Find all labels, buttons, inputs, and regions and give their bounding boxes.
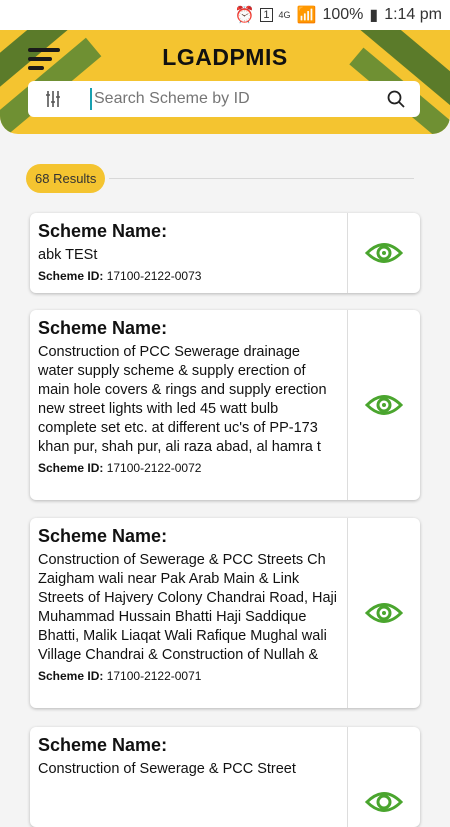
battery-icon: ▮: [369, 7, 379, 24]
eye-icon: [365, 395, 403, 415]
filter-icon[interactable]: [28, 89, 78, 109]
scheme-name-heading: Scheme Name:: [38, 221, 168, 241]
scheme-name: Construction of Sewerage & PCC Streets C…: [38, 552, 337, 663]
app-title: LGADPMIS: [162, 44, 288, 70]
signal-icon: 📶: [296, 7, 317, 24]
scheme-name-heading: Scheme Name:: [38, 735, 168, 755]
scheme-name-heading: Scheme Name:: [38, 318, 168, 338]
network-type-icon: 4G: [278, 10, 291, 20]
scheme-card[interactable]: Scheme Name: abk TESt Scheme ID: 17100-2…: [30, 213, 420, 293]
results-summary: 68 Results: [26, 162, 414, 194]
search-bar: [28, 81, 420, 117]
scheme-id: Scheme ID: 17100-2122-0072: [38, 461, 202, 475]
scheme-id: Scheme ID: 17100-2122-0071: [38, 669, 202, 683]
status-bar: ⏰ 1 4G 📶 100% ▮ 1:14 pm: [0, 0, 450, 30]
scheme-name: Construction of Sewerage & PCC Street: [38, 761, 296, 777]
alarm-icon: ⏰: [234, 7, 255, 24]
search-icon[interactable]: [372, 90, 420, 108]
scheme-card[interactable]: Scheme Name: Construction of Sewerage & …: [30, 727, 420, 827]
scheme-id: Scheme ID: 17100-2122-0073: [38, 269, 202, 283]
scheme-name: Construction of PCC Sewerage drainage wa…: [38, 344, 327, 455]
view-scheme-button[interactable]: [348, 518, 420, 708]
app-header: LGADPMIS: [0, 30, 450, 134]
results-count-badge: 68 Results: [26, 163, 106, 193]
eye-icon: [365, 603, 403, 623]
view-scheme-button[interactable]: [348, 310, 420, 500]
eye-icon: [365, 792, 403, 812]
eye-icon: [365, 243, 403, 263]
scheme-card[interactable]: Scheme Name: Construction of Sewerage & …: [30, 518, 420, 708]
scheme-name-heading: Scheme Name:: [38, 526, 168, 546]
search-input[interactable]: [92, 90, 372, 108]
battery-percent: 100%: [322, 6, 364, 23]
scheme-name: abk TESt: [38, 247, 98, 263]
view-scheme-button[interactable]: [348, 213, 420, 293]
sim-icon: 1: [260, 8, 273, 22]
clock: 1:14 pm: [384, 6, 442, 23]
view-scheme-button[interactable]: [348, 727, 420, 827]
scheme-card[interactable]: Scheme Name: Construction of PCC Sewerag…: [30, 310, 420, 500]
